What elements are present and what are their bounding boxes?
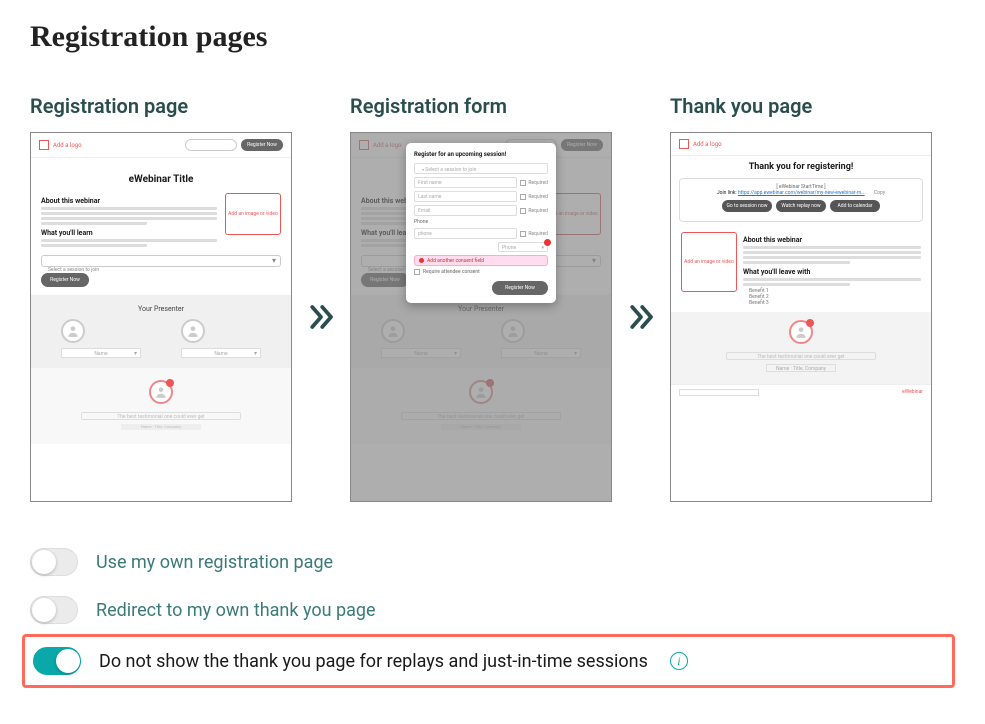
column-heading: Registration form bbox=[350, 94, 612, 118]
register-now-button: Register Now bbox=[241, 139, 283, 151]
session-select: Select a session to join bbox=[41, 255, 281, 267]
register-now-button: Register Now bbox=[492, 281, 548, 295]
toggle-hide-thank-you-replays: Do not show the thank you page for repla… bbox=[22, 634, 955, 688]
modal-title: Register for an upcoming session! bbox=[414, 151, 548, 158]
phone-type-select: Phone▾ bbox=[498, 242, 548, 252]
toggle-switch[interactable] bbox=[33, 647, 81, 675]
testimonial-avatar bbox=[149, 380, 173, 404]
header-button-light bbox=[185, 139, 237, 151]
testimonial-author: Name · Title, Company bbox=[766, 364, 836, 372]
phone-field: phone bbox=[414, 228, 517, 239]
thank-you-page-column: Thank you page Add a logo Thank you for … bbox=[670, 94, 932, 502]
last-name-field: Last name bbox=[414, 191, 517, 202]
toggle-switch[interactable] bbox=[30, 596, 78, 624]
add-to-calendar-button: Add to calendar bbox=[830, 200, 880, 212]
testimonial-avatar bbox=[789, 320, 813, 344]
image-placeholder: Add an image or video bbox=[681, 232, 737, 292]
page-title: Registration pages bbox=[30, 20, 955, 54]
thank-you-page-preview[interactable]: Add a logo Thank you for registering! [ … bbox=[670, 132, 932, 502]
registration-page-preview[interactable]: Add a logo Register Now eWebinar Title A… bbox=[30, 132, 292, 502]
toggle-label: Do not show the thank you page for repla… bbox=[99, 651, 648, 672]
watch-replay-button: Watch replay now bbox=[776, 200, 826, 212]
go-to-session-button: Go to session now bbox=[722, 200, 772, 212]
registration-form-preview[interactable]: Add a logo Register Now eWebinar Title A… bbox=[350, 132, 612, 502]
presenter-name: Name bbox=[181, 348, 261, 358]
testimonial-text: The best testimonial one could ever get bbox=[81, 412, 241, 420]
column-heading: Thank you page bbox=[670, 94, 932, 118]
thank-you-title: Thank you for registering! bbox=[671, 162, 931, 172]
toggle-label: Use my own registration page bbox=[96, 552, 333, 573]
settings-toggles: Use my own registration page Redirect to… bbox=[30, 538, 955, 688]
avatar bbox=[61, 319, 85, 343]
benefit-item: Benefit 3 bbox=[749, 300, 921, 306]
toggle-switch[interactable] bbox=[30, 548, 78, 576]
phone-label: Phone bbox=[414, 219, 548, 225]
column-heading: Registration page bbox=[30, 94, 292, 118]
footer-input bbox=[679, 389, 759, 396]
webinar-title: eWebinar Title bbox=[41, 174, 281, 185]
session-select-field: ▾ Select a session to join bbox=[414, 163, 548, 174]
presenter-heading: Your Presenter bbox=[41, 305, 281, 313]
leave-with-heading: What you'll leave with bbox=[743, 268, 921, 276]
first-name-field: First name bbox=[414, 177, 517, 188]
avatar bbox=[181, 319, 205, 343]
logo-placeholder: Add a logo bbox=[39, 140, 82, 150]
toggle-own-registration-page: Use my own registration page bbox=[30, 538, 955, 586]
presenter-name: Name bbox=[61, 348, 141, 358]
learn-heading: What you'll learn bbox=[41, 229, 217, 237]
testimonial-text: The best testimonial one could ever get bbox=[726, 352, 876, 360]
footer-brand: eWebinar bbox=[902, 389, 923, 396]
join-link: https://app.ewebinar.com/webinar/my-new-… bbox=[738, 190, 865, 196]
toggle-redirect-thank-you: Redirect to my own thank you page bbox=[30, 586, 955, 634]
arrow-icon bbox=[306, 132, 336, 502]
registration-form-column: Registration form Add a logo Register No… bbox=[350, 94, 612, 502]
registration-form-modal: Register for an upcoming session! ▾ Sele… bbox=[406, 143, 556, 303]
registration-page-column: Registration page Add a logo Register No… bbox=[30, 94, 292, 502]
testimonial-author: Name · Title, Company bbox=[121, 424, 201, 430]
image-placeholder: Add an image or video bbox=[225, 193, 281, 235]
register-now-button: Register Now bbox=[41, 273, 89, 287]
email-field: Email bbox=[414, 205, 517, 216]
about-heading: About this webinar bbox=[41, 197, 217, 205]
previews-row: Registration page Add a logo Register No… bbox=[30, 94, 955, 502]
consent-checkbox-label: Require attendee consent bbox=[423, 269, 480, 275]
arrow-icon bbox=[626, 132, 656, 502]
consent-error: Add another consent field bbox=[414, 255, 548, 266]
info-icon[interactable]: i bbox=[670, 652, 688, 670]
about-heading: About this webinar bbox=[743, 236, 921, 244]
toggle-label: Redirect to my own thank you page bbox=[96, 600, 376, 621]
